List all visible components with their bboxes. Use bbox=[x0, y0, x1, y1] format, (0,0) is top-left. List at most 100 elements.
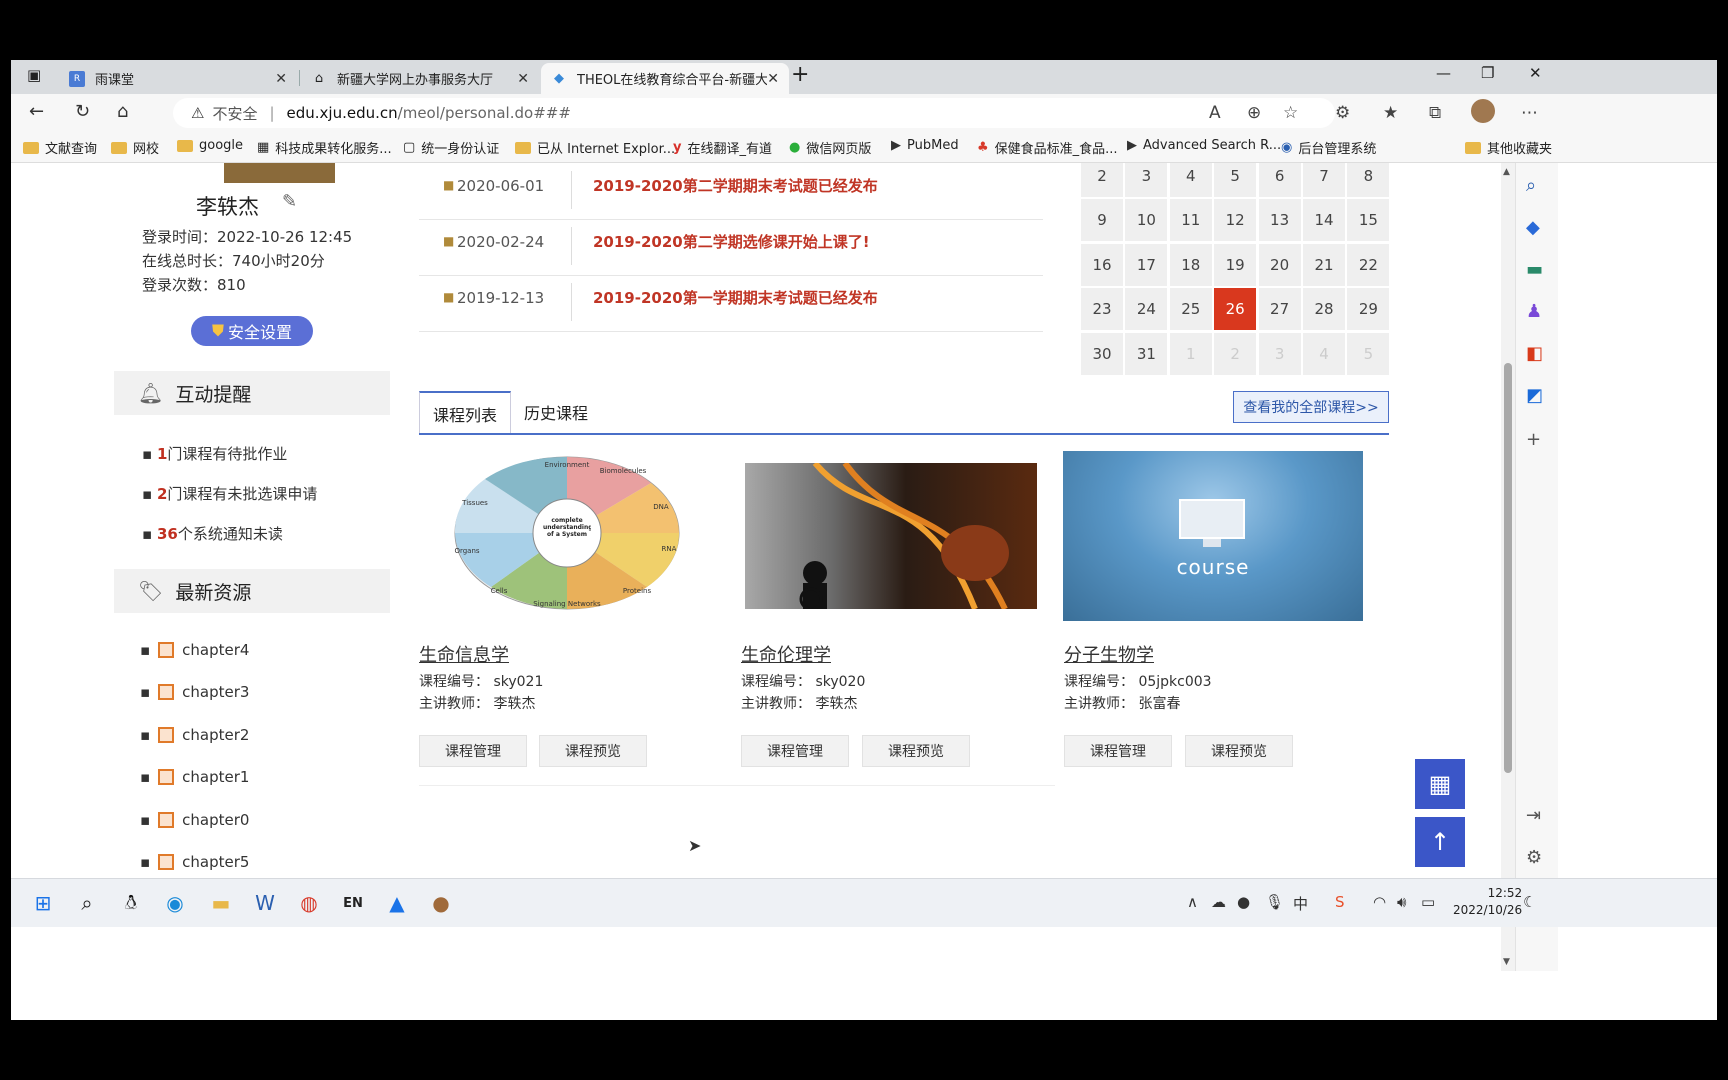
new-tab-button[interactable]: + bbox=[791, 62, 809, 87]
bookmark-item[interactable]: ♣ 保健食品标准_食品... bbox=[977, 138, 1118, 157]
tab-rain-classroom[interactable]: R 雨课堂 ✕ bbox=[59, 63, 297, 94]
settings-gear-icon[interactable]: ⚙ bbox=[1526, 847, 1542, 868]
office-icon[interactable]: ◧ bbox=[1526, 343, 1543, 364]
notice-item[interactable]: ■ 2020-06-01 2019-2020第二学期期末考试题已经发布 bbox=[419, 163, 1043, 220]
calendar-day[interactable]: 26 bbox=[1214, 288, 1257, 331]
dictionary-app[interactable]: EN bbox=[339, 889, 367, 917]
resource-item[interactable]: ▪ chapter4 bbox=[140, 641, 249, 659]
favorite-star-icon[interactable]: ☆ bbox=[1283, 103, 1298, 123]
course-preview-button[interactable]: 课程预览 bbox=[862, 735, 970, 767]
course-preview-button[interactable]: 课程预览 bbox=[539, 735, 647, 767]
calendar-day[interactable]: 23 bbox=[1081, 288, 1123, 331]
bookmark-item[interactable]: y 在线翻译_有道 bbox=[673, 138, 772, 157]
tab-history-courses[interactable]: 历史课程 bbox=[521, 391, 591, 433]
course-preview-button[interactable]: 课程预览 bbox=[1185, 735, 1293, 767]
notice-title[interactable]: 2019-2020第二学期选修课开始上课了! bbox=[593, 231, 870, 252]
calendar-day[interactable]: 30 bbox=[1081, 332, 1123, 375]
calendar-day[interactable]: 8 bbox=[1347, 163, 1390, 197]
calendar-day[interactable]: 15 bbox=[1347, 199, 1390, 242]
calendar-day[interactable]: 28 bbox=[1303, 288, 1345, 331]
resource-item[interactable]: ▪ chapter3 bbox=[140, 683, 249, 701]
tray-chevron-icon[interactable]: ∧ bbox=[1187, 893, 1198, 911]
scroll-down-icon[interactable]: ▼ bbox=[1503, 957, 1510, 967]
calendar-day[interactable]: 25 bbox=[1169, 288, 1212, 331]
calendar-day[interactable]: 20 bbox=[1258, 243, 1301, 286]
calendar-day[interactable]: 24 bbox=[1125, 288, 1168, 331]
calendar-day[interactable]: 19 bbox=[1214, 243, 1257, 286]
notification-moon-icon[interactable]: ☾ bbox=[1523, 893, 1536, 911]
resource-item[interactable]: ▪ chapter1 bbox=[140, 768, 249, 786]
reminder-item[interactable]: ▪ 2门课程有未批选课申请 bbox=[142, 483, 317, 504]
qq-tray-icon[interactable]: ● bbox=[1237, 893, 1250, 911]
qq-icon[interactable]: 🐧︎ bbox=[117, 889, 145, 917]
calendar-day[interactable]: 16 bbox=[1081, 243, 1123, 286]
calendar-day[interactable]: 12 bbox=[1214, 199, 1257, 242]
calendar-day[interactable]: 29 bbox=[1347, 288, 1390, 331]
extensions-icon[interactable]: ⚙ bbox=[1335, 103, 1350, 123]
scroll-up-icon[interactable]: ▲ bbox=[1503, 167, 1510, 177]
tools-icon[interactable]: ▬ bbox=[1526, 259, 1543, 280]
volume-icon[interactable]: 🔊︎ bbox=[1397, 893, 1406, 911]
add-icon[interactable]: + bbox=[1526, 429, 1541, 450]
sidebar-toggle-icon[interactable]: ⇥ bbox=[1526, 805, 1541, 826]
file-explorer-icon[interactable]: ▬ bbox=[207, 889, 235, 917]
notice-title[interactable]: 2019-2020第一学期期末考试题已经发布 bbox=[593, 287, 878, 308]
calendar-day[interactable]: 27 bbox=[1258, 288, 1301, 331]
photos-icon[interactable]: ▲ bbox=[383, 889, 411, 917]
read-aloud-icon[interactable]: A bbox=[1209, 103, 1221, 123]
tab-xju-service-hall[interactable]: ⌂ 新疆大学网上办事服务大厅 ✕ bbox=[301, 63, 539, 94]
calendar-day[interactable]: 7 bbox=[1303, 163, 1345, 197]
course-image-bioinformatics[interactable]: Environment Biomolecules DNA RNA Protein… bbox=[451, 453, 683, 613]
bookmark-item[interactable]: google bbox=[177, 138, 243, 153]
wifi-icon[interactable]: ◠ bbox=[1373, 893, 1386, 911]
calendar-day[interactable]: 31 bbox=[1125, 332, 1168, 375]
window-close-icon[interactable]: ✕ bbox=[1529, 64, 1542, 82]
bookmark-item[interactable]: 其他收藏夹 bbox=[1465, 138, 1552, 157]
calendar-day[interactable]: 11 bbox=[1169, 199, 1212, 242]
page-scrollbar[interactable]: ▲ ▼ bbox=[1501, 163, 1515, 971]
course-image-bioethics[interactable] bbox=[745, 463, 1037, 609]
battery-icon[interactable]: ▭ bbox=[1421, 893, 1435, 911]
favorites-icon[interactable]: ★ bbox=[1383, 103, 1398, 123]
input-method-icon[interactable]: 中 bbox=[1293, 893, 1308, 914]
calendar-day[interactable]: 14 bbox=[1303, 199, 1345, 242]
close-icon[interactable]: ✕ bbox=[517, 71, 529, 87]
calendar-day[interactable]: 3 bbox=[1258, 332, 1301, 375]
course-name-link[interactable]: 生命伦理学 bbox=[741, 641, 831, 667]
security-settings-button[interactable]: ⛊ 安全设置 bbox=[191, 316, 313, 346]
url-input[interactable]: ⚠ 不安全 | edu.xju.edu.cn /meol/personal.do… bbox=[173, 98, 1335, 128]
course-manage-button[interactable]: 课程管理 bbox=[419, 735, 527, 767]
windows-start-icon[interactable]: ⊞ bbox=[29, 889, 57, 917]
calendar-day[interactable]: 5 bbox=[1214, 163, 1257, 197]
bookmark-item[interactable]: 网校 bbox=[111, 138, 159, 157]
close-icon[interactable]: ✕ bbox=[767, 71, 779, 87]
word-icon[interactable]: W bbox=[251, 889, 279, 917]
url-security-label[interactable]: 不安全 bbox=[212, 103, 257, 124]
course-manage-button[interactable]: 课程管理 bbox=[741, 735, 849, 767]
bookmark-item[interactable]: ▢ 统一身份认证 bbox=[403, 138, 499, 157]
bookmark-item[interactable]: ◉ 后台管理系统 bbox=[1281, 138, 1376, 157]
resource-item[interactable]: ▪ chapter0 bbox=[140, 811, 249, 829]
notice-title[interactable]: 2019-2020第二学期期末考试题已经发布 bbox=[593, 175, 878, 196]
minimize-icon[interactable]: — bbox=[1436, 64, 1451, 82]
edge-browser-icon[interactable]: ◉ bbox=[161, 889, 189, 917]
sogou-icon[interactable]: S bbox=[1335, 893, 1345, 911]
close-icon[interactable]: ✕ bbox=[275, 71, 287, 87]
qr-code-button[interactable]: ▦ bbox=[1415, 759, 1465, 809]
collections-icon[interactable]: ⧉ bbox=[1429, 103, 1441, 123]
calendar-day[interactable]: 5 bbox=[1347, 332, 1390, 375]
onedrive-icon[interactable]: ☁ bbox=[1211, 893, 1226, 911]
profile-avatar[interactable] bbox=[1471, 99, 1495, 123]
bookmark-item[interactable]: 已从 Internet Explor... bbox=[515, 138, 675, 157]
tab-theol[interactable]: ◆ THEOL在线教育综合平台-新疆大 ✕ bbox=[541, 63, 789, 94]
calendar-day[interactable]: 2 bbox=[1214, 332, 1257, 375]
bookmark-item[interactable]: 文献查询 bbox=[23, 138, 97, 157]
resource-item[interactable]: ▪ chapter2 bbox=[140, 726, 249, 744]
notice-item[interactable]: ■ 2020-02-24 2019-2020第二学期选修课开始上课了! bbox=[419, 219, 1043, 276]
calendar-day[interactable]: 21 bbox=[1303, 243, 1345, 286]
pencil-icon[interactable]: ✎ bbox=[282, 191, 297, 212]
course-image-molecular-biology[interactable]: course bbox=[1063, 451, 1363, 621]
refresh-icon[interactable]: ↻ bbox=[75, 101, 90, 122]
tab-course-list[interactable]: 课程列表 bbox=[419, 391, 511, 435]
back-icon[interactable]: ← bbox=[29, 101, 44, 122]
